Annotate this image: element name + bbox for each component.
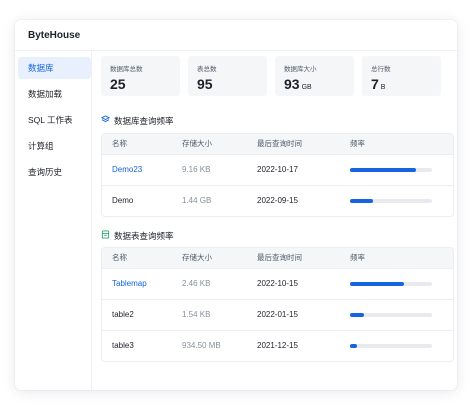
stat-label: 数据库大小 — [284, 66, 317, 73]
app-window: ByteHouse 数据库 数据加载 SQL 工作表 计算组 查询历史 数据库总… — [15, 20, 457, 390]
layers-icon — [101, 115, 110, 122]
stat-value: 25 — [110, 76, 126, 92]
stat-label: 总行数 — [371, 66, 391, 73]
sidebar-item-databases[interactable]: 数据库 — [18, 57, 91, 79]
column-header-name: 名称 — [112, 139, 127, 148]
column-header-size: 存储大小 — [182, 139, 212, 148]
column-header-frequency: 频率 — [350, 253, 365, 262]
frequency-bar — [350, 344, 432, 348]
db-name-link[interactable]: Demo23 — [112, 166, 142, 174]
app-title: ByteHouse — [28, 30, 81, 41]
frequency-bar — [350, 199, 432, 203]
table-header: 名称 存储大小 最后查询时间 频率 — [102, 134, 453, 154]
db-section-title: 数据库查询频率 — [114, 116, 174, 126]
table-row: Tablemap 2.46 KB 2022-10-15 — [102, 268, 453, 299]
storage-size: 9.16 KB — [182, 165, 211, 174]
table-icon — [101, 230, 110, 239]
stat-value: 7B — [371, 76, 386, 92]
last-query-date: 2022-09-15 — [257, 196, 298, 205]
column-header-last-query: 最后查询时间 — [257, 139, 302, 148]
table-name-link[interactable]: Tablemap — [112, 280, 147, 288]
stat-value: 95 — [197, 76, 213, 92]
last-query-date: 2021-12-15 — [257, 341, 298, 350]
table-row: Demo 1.44 GB 2022-09-15 — [102, 185, 453, 216]
storage-size: 1.54 KB — [182, 310, 211, 319]
table-name: table2 — [112, 310, 134, 319]
stat-value: 93 GB — [284, 76, 312, 92]
sidebar-item-data-loading[interactable]: 数据加载 — [18, 83, 91, 105]
table-name: table3 — [112, 341, 134, 350]
stat-label: 数据库总数 — [110, 66, 143, 73]
table-section-title: 数据表查询频率 — [114, 231, 174, 241]
last-query-date: 2022-10-15 — [257, 279, 298, 288]
storage-size: 1.44 GB — [182, 196, 212, 205]
column-header-frequency: 频率 — [350, 139, 365, 148]
sidebar: 数据库 数据加载 SQL 工作表 计算组 查询历史 — [15, 51, 92, 390]
column-header-last-query: 最后查询时间 — [257, 253, 302, 262]
stat-card-row-count: 总行数 7B — [362, 56, 441, 96]
stat-card-database-size: 数据库大小 93 GB — [275, 56, 354, 96]
stat-label: 表总数 — [197, 66, 217, 73]
sidebar-item-sql-worksheet[interactable]: SQL 工作表 — [18, 109, 91, 131]
stat-card-table-count: 表总数 95 — [188, 56, 267, 96]
frequency-bar — [350, 282, 432, 286]
table-row: table2 1.54 KB 2022-01-15 — [102, 299, 453, 330]
sidebar-item-compute-groups[interactable]: 计算组 — [18, 135, 91, 157]
storage-size: 2.46 KB — [182, 279, 211, 288]
table-row: Demo23 9.16 KB 2022-10-17 — [102, 154, 453, 185]
frequency-bar-fill — [350, 199, 373, 203]
frequency-bar — [350, 313, 432, 317]
frequency-bar-fill — [350, 344, 357, 348]
storage-size: 934.50 MB — [182, 341, 221, 350]
table-row: table3 934.50 MB 2021-12-15 — [102, 330, 453, 361]
db-frequency-table: 名称 存储大小 最后查询时间 频率 Demo23 9.16 KB 2022-10… — [101, 133, 454, 217]
sidebar-item-query-history[interactable]: 查询历史 — [18, 161, 91, 183]
stat-card-database-count: 数据库总数 25 — [101, 56, 180, 96]
table-header: 名称 存储大小 最后查询时间 频率 — [102, 248, 453, 268]
frequency-bar — [350, 168, 432, 172]
frequency-bar-fill — [350, 168, 416, 172]
table-frequency-table: 名称 存储大小 最后查询时间 频率 Tablemap 2.46 KB 2022-… — [101, 247, 454, 362]
last-query-date: 2022-01-15 — [257, 310, 298, 319]
frequency-bar-fill — [350, 313, 364, 317]
db-name: Demo — [112, 196, 134, 205]
column-header-size: 存储大小 — [182, 253, 212, 262]
last-query-date: 2022-10-17 — [257, 165, 298, 174]
frequency-bar-fill — [350, 282, 405, 286]
column-header-name: 名称 — [112, 253, 127, 262]
